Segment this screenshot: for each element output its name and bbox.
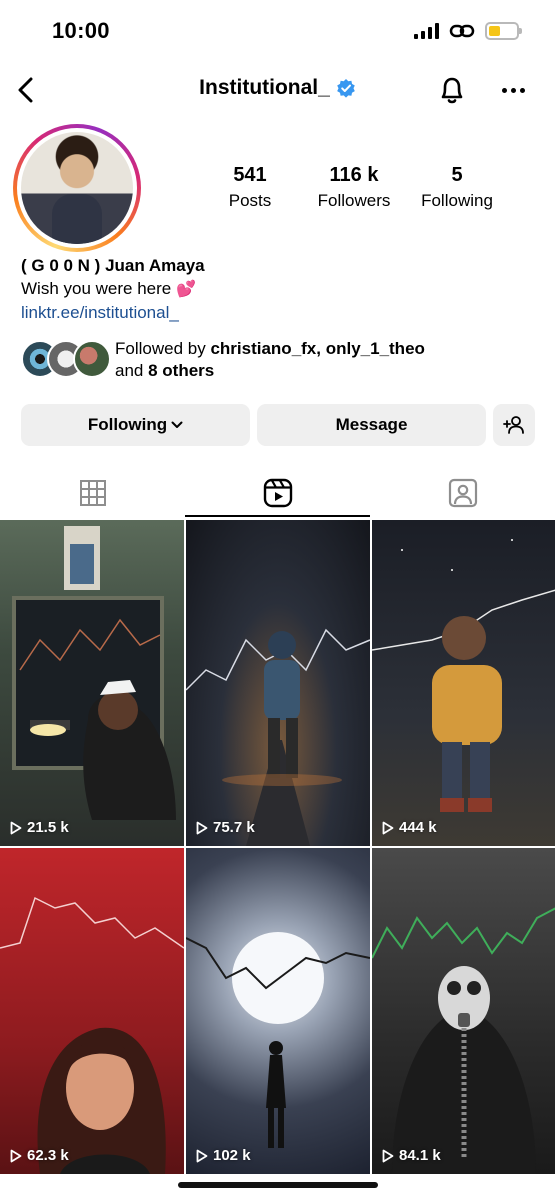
followed-by-prefix: Followed by	[115, 339, 206, 358]
reel-views: 84.1 k	[399, 1147, 441, 1164]
reel-view-count: 102 k	[196, 1147, 251, 1164]
reel-tile[interactable]: 62.3 k	[0, 848, 184, 1174]
reel-tile[interactable]: 102 k	[186, 848, 370, 1174]
bio-text: Wish you were here 💕	[21, 277, 541, 302]
mutual-follower-avatars	[21, 340, 111, 380]
active-tab-indicator	[185, 515, 370, 517]
followers-label: Followers	[317, 191, 391, 210]
following-button[interactable]: Following	[21, 404, 250, 446]
profile-tabs	[0, 468, 555, 518]
bell-icon[interactable]	[434, 72, 470, 108]
reel-view-count: 21.5 k	[10, 819, 69, 836]
avatar	[73, 340, 111, 378]
followed-by[interactable]: Followed by christiano_fx, only_1_theo a…	[21, 338, 541, 382]
stat-posts[interactable]: 541 Posts	[210, 164, 290, 211]
reel-view-count: 84.1 k	[382, 1147, 441, 1164]
reel-views: 444 k	[399, 819, 437, 836]
bio-text-content: Wish you were here	[21, 279, 172, 298]
message-button[interactable]: Message	[257, 404, 486, 446]
play-icon	[10, 821, 22, 834]
signal-icon	[414, 23, 439, 39]
more-options-icon[interactable]	[496, 74, 530, 106]
profile-display-name: ( G 0 0 N ) Juan Amaya	[21, 256, 205, 275]
grid-icon	[79, 480, 106, 506]
chevron-down-icon	[171, 421, 183, 428]
tab-reels[interactable]	[185, 468, 370, 518]
profile-title: Institutional_	[0, 76, 555, 100]
reel-view-count: 444 k	[382, 819, 437, 836]
following-count: 5	[451, 164, 463, 186]
reel-views: 75.7 k	[213, 819, 255, 836]
two-hearts-emoji-icon: 💕	[175, 281, 196, 298]
bio-link[interactable]: linktr.ee/institutional_	[21, 302, 541, 324]
play-icon	[382, 821, 394, 834]
following-button-label: Following	[87, 415, 168, 434]
stat-followers[interactable]: 116 k Followers	[306, 164, 402, 211]
posts-label: Posts	[228, 191, 272, 210]
reel-tile[interactable]: 444 k	[372, 520, 555, 846]
reel-tile[interactable]: 75.7 k	[186, 520, 370, 846]
status-icons	[414, 22, 522, 40]
status-time: 10:00	[52, 18, 110, 43]
reel-views: 102 k	[213, 1147, 251, 1164]
followed-by-names: christiano_fx, only_1_theo	[210, 339, 425, 358]
play-icon	[196, 821, 208, 834]
profile-bio: ( G 0 0 N ) Juan Amaya Wish you were her…	[21, 255, 541, 324]
play-icon	[10, 1149, 22, 1162]
followed-by-text: Followed by christiano_fx, only_1_theo a…	[115, 338, 425, 382]
tab-tagged[interactable]	[370, 468, 555, 518]
tagged-icon	[448, 478, 477, 508]
tab-posts-grid[interactable]	[0, 468, 185, 518]
reel-tile[interactable]: 21.5 k	[0, 520, 184, 846]
profile-avatar-story-ring[interactable]	[13, 124, 141, 252]
play-icon	[382, 1149, 394, 1162]
reels-icon	[263, 478, 292, 508]
profile-actions: Following Message	[21, 404, 535, 446]
reel-views: 21.5 k	[27, 819, 69, 836]
stat-following[interactable]: 5 Following	[412, 164, 502, 211]
nav-bar: Institutional_	[0, 62, 555, 118]
home-indicator	[178, 1182, 378, 1188]
status-bar: 10:00	[0, 0, 555, 62]
verified-badge-icon	[337, 79, 355, 98]
message-button-label: Message	[335, 415, 408, 434]
add-person-icon	[503, 416, 524, 434]
link-icon	[449, 24, 475, 38]
battery-icon	[485, 22, 522, 40]
avatar	[21, 132, 133, 244]
following-label: Following	[421, 191, 493, 210]
posts-count: 541	[233, 164, 267, 186]
play-icon	[196, 1149, 208, 1162]
reel-tile[interactable]: 84.1 k	[372, 848, 555, 1174]
followers-count: 116 k	[329, 164, 379, 186]
reel-views: 62.3 k	[27, 1147, 69, 1164]
followed-by-and: and	[115, 361, 144, 380]
reel-view-count: 62.3 k	[10, 1147, 69, 1164]
reels-grid: 21.5 k 75.7 k 444 k 62.3 k 102 k 84.1 k	[0, 520, 555, 1200]
followed-by-others: 8 others	[148, 361, 215, 380]
reel-view-count: 75.7 k	[196, 819, 255, 836]
suggested-people-button[interactable]	[493, 404, 535, 446]
username-title: Institutional_	[199, 76, 330, 99]
